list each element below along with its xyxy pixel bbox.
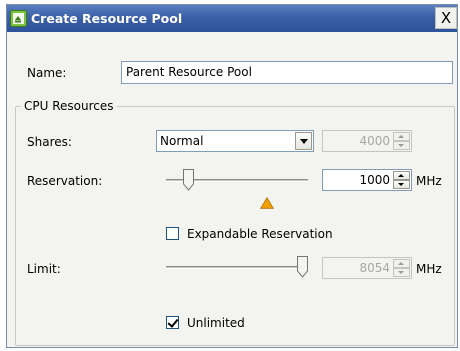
limit-slider-thumb [297,256,308,278]
limit-slider [166,256,308,280]
expandable-reservation-checkbox[interactable] [166,227,179,240]
cpu-resources-label: CPU Resources [21,98,117,114]
limit-value: 8054 [359,261,390,275]
limit-unit: MHz [416,262,442,276]
spin-up-icon [393,132,410,141]
shares-label: Shares: [27,135,72,149]
chevron-down-icon[interactable] [295,132,312,150]
resource-pool-icon [10,10,27,27]
shares-select[interactable]: Normal [156,130,314,152]
reservation-slider[interactable] [166,169,308,193]
limit-spin-buttons [393,259,410,277]
reservation-label: Reservation: [27,174,103,188]
unlimited-label: Unlimited [187,316,245,330]
expandable-reservation-label: Expandable Reservation [187,227,333,241]
unlimited-checkbox[interactable] [166,316,179,329]
spin-down-icon [393,141,410,150]
shares-value: 4000 [359,134,390,148]
reservation-value: 1000 [359,173,390,187]
name-label: Name: [27,66,67,80]
name-input[interactable]: Parent Resource Pool [121,61,453,84]
spin-up-icon[interactable] [393,171,410,180]
limit-slider-track [166,266,308,269]
close-button[interactable]: X [435,7,457,29]
spin-down-icon[interactable] [393,180,410,189]
shares-spin-buttons [393,132,410,150]
reservation-unit: MHz [416,174,442,188]
reservation-spin-buttons[interactable] [393,171,410,189]
shares-value-spinner: 4000 [322,130,412,152]
spin-up-icon [393,259,410,268]
reservation-slider-thumb[interactable] [183,169,194,191]
title-bar[interactable]: Create Resource Pool X [7,5,457,32]
limit-label: Limit: [27,262,61,276]
create-resource-pool-dialog: Create Resource Pool X Name: Parent Reso… [6,4,458,348]
warning-triangle-icon [260,197,274,209]
shares-selected-value: Normal [160,134,204,148]
spin-down-icon [393,268,410,277]
limit-spinner: 8054 [322,257,412,279]
reservation-spinner[interactable]: 1000 [322,169,412,191]
dialog-title: Create Resource Pool [31,11,183,26]
